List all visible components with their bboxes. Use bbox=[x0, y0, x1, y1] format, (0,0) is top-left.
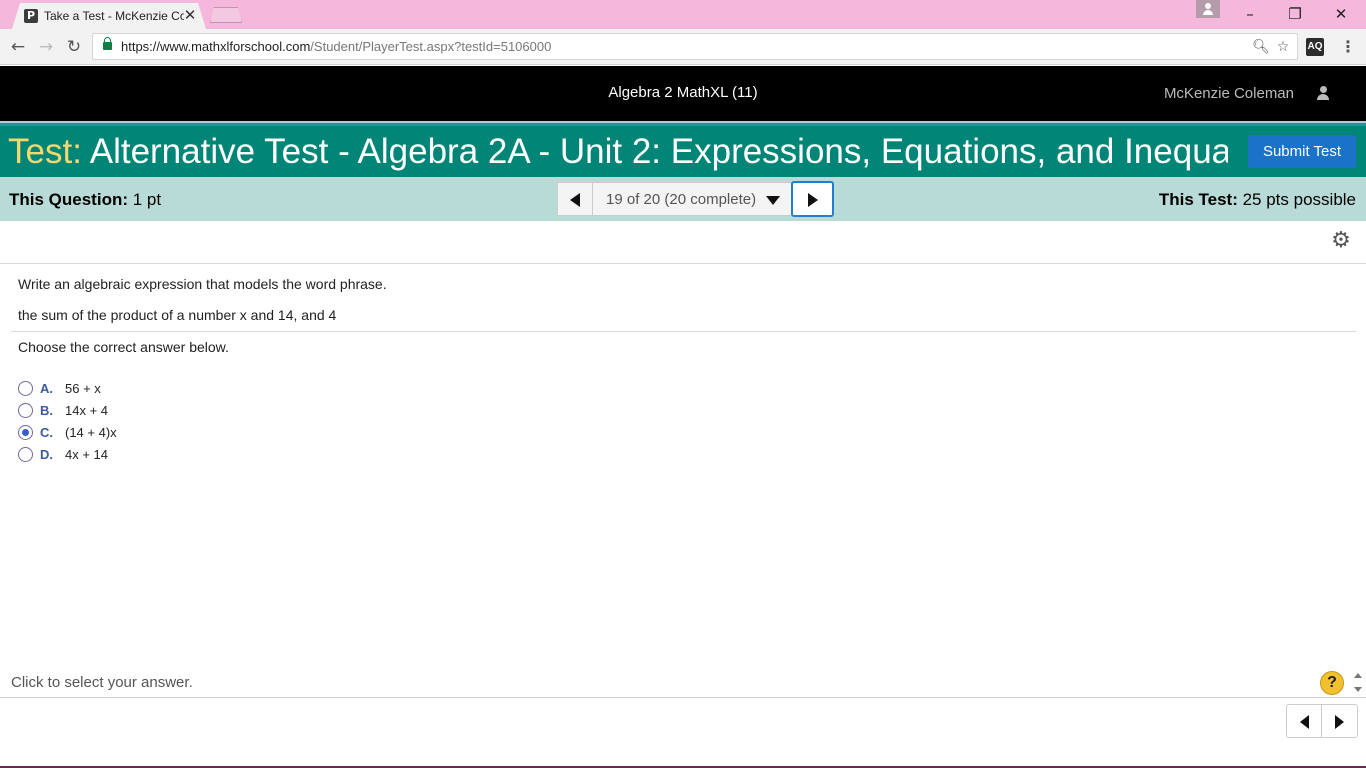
question-progress: 19 of 20 (20 complete) bbox=[606, 191, 757, 208]
answer-option-c[interactable]: C. (14 + 4)x bbox=[18, 423, 218, 441]
test-title-bar: Test: Alternative Test - Algebra 2A - Un… bbox=[0, 126, 1366, 177]
pearson-favicon-icon: P bbox=[24, 9, 38, 23]
question-instruction: Write an algebraic expression that model… bbox=[18, 276, 387, 292]
star-icon[interactable]: ☆ bbox=[1273, 37, 1293, 57]
divider bbox=[0, 263, 1366, 264]
address-bar[interactable]: https://www.mathxlforschool.com/Student/… bbox=[92, 33, 1298, 60]
scroll-up-icon[interactable] bbox=[1354, 673, 1362, 678]
option-letter: B. bbox=[40, 403, 53, 418]
option-letter: D. bbox=[40, 447, 53, 462]
option-text[interactable]: 14x + 4 bbox=[65, 402, 108, 420]
reload-icon[interactable]: ↻ bbox=[62, 35, 86, 59]
option-letter: C. bbox=[40, 425, 53, 440]
choose-prompt: Choose the correct answer below. bbox=[18, 339, 229, 355]
option-text[interactable]: 4x + 14 bbox=[65, 446, 108, 464]
kebab-menu-icon[interactable]: ⋮ bbox=[1340, 35, 1356, 59]
url-text: https://www.mathxlforschool.com/Student/… bbox=[121, 39, 552, 54]
question-info-bar: This Question: 1 pt 19 of 20 (20 complet… bbox=[0, 177, 1366, 221]
user-icon[interactable] bbox=[1316, 86, 1330, 102]
test-points: This Test: 25 pts possible bbox=[1158, 190, 1356, 209]
test-label: Test: bbox=[8, 132, 82, 171]
user-name[interactable]: McKenzie Coleman bbox=[1164, 85, 1294, 103]
browser-tab[interactable]: P Take a Test - McKenzie Coleman ✕ bbox=[12, 3, 206, 29]
radio-button-selected[interactable] bbox=[18, 425, 33, 440]
status-scrollbar[interactable] bbox=[1350, 668, 1366, 696]
question-navigator: 19 of 20 (20 complete) bbox=[557, 181, 834, 217]
option-letter: A. bbox=[40, 381, 53, 396]
radio-button[interactable] bbox=[18, 447, 33, 462]
test-name: Alternative Test - Algebra 2A - Unit 2: … bbox=[89, 132, 1228, 171]
tab-title: Take a Test - McKenzie Coleman bbox=[44, 9, 184, 23]
status-message: Click to select your answer. bbox=[11, 674, 193, 691]
new-tab-button[interactable] bbox=[210, 7, 242, 23]
restore-icon[interactable]: ❐ bbox=[1273, 0, 1317, 28]
question-points: This Question: 1 pt bbox=[9, 190, 162, 209]
course-title: Algebra 2 MathXL (11) bbox=[608, 84, 758, 101]
divider bbox=[11, 331, 1356, 332]
question-phrase: the sum of the product of a number x and… bbox=[18, 307, 337, 323]
bottom-previous-button[interactable] bbox=[1286, 704, 1322, 738]
minimize-icon[interactable]: – bbox=[1228, 0, 1272, 28]
help-icon[interactable]: ? bbox=[1320, 671, 1344, 695]
answer-option-d[interactable]: D. 4x + 14 bbox=[18, 445, 218, 463]
option-text[interactable]: (14 + 4)x bbox=[65, 424, 117, 442]
tab-strip: P Take a Test - McKenzie Coleman ✕ – ❐ ✕ bbox=[0, 0, 1366, 29]
gear-icon[interactable]: ⚙ bbox=[1329, 229, 1353, 253]
bottom-next-button[interactable] bbox=[1322, 704, 1358, 738]
divider bbox=[0, 697, 1366, 698]
next-question-button[interactable] bbox=[791, 181, 834, 217]
option-text[interactable]: 56 + x bbox=[65, 380, 101, 398]
zoom-icon[interactable]: 🔍︎ bbox=[1251, 37, 1271, 57]
previous-question-button[interactable] bbox=[557, 182, 593, 216]
course-header: Algebra 2 MathXL (11) McKenzie Coleman bbox=[0, 66, 1366, 152]
submit-test-button[interactable]: Submit Test bbox=[1248, 135, 1356, 168]
lock-icon bbox=[103, 37, 112, 50]
answer-option-b[interactable]: B. 14x + 4 bbox=[18, 401, 218, 419]
profile-icon[interactable] bbox=[1196, 0, 1220, 18]
radio-button[interactable] bbox=[18, 403, 33, 418]
test-title: Test: Alternative Test - Algebra 2A - Un… bbox=[8, 132, 1228, 172]
back-arrow-icon[interactable]: ← bbox=[6, 35, 30, 59]
scroll-down-icon[interactable] bbox=[1354, 687, 1362, 692]
answer-option-a[interactable]: A. 56 + x bbox=[18, 379, 218, 397]
browser-toolbar: ← → ↻ https://www.mathxlforschool.com/St… bbox=[0, 29, 1366, 65]
radio-button[interactable] bbox=[18, 381, 33, 396]
chevron-down-icon bbox=[766, 196, 780, 205]
tab-close-icon[interactable]: ✕ bbox=[183, 7, 197, 23]
question-select-dropdown[interactable]: 19 of 20 (20 complete) bbox=[593, 182, 791, 216]
window-close-icon[interactable]: ✕ bbox=[1319, 0, 1363, 28]
forward-arrow-icon[interactable]: → bbox=[34, 35, 58, 59]
extension-aq-icon[interactable]: AQ bbox=[1306, 38, 1324, 56]
